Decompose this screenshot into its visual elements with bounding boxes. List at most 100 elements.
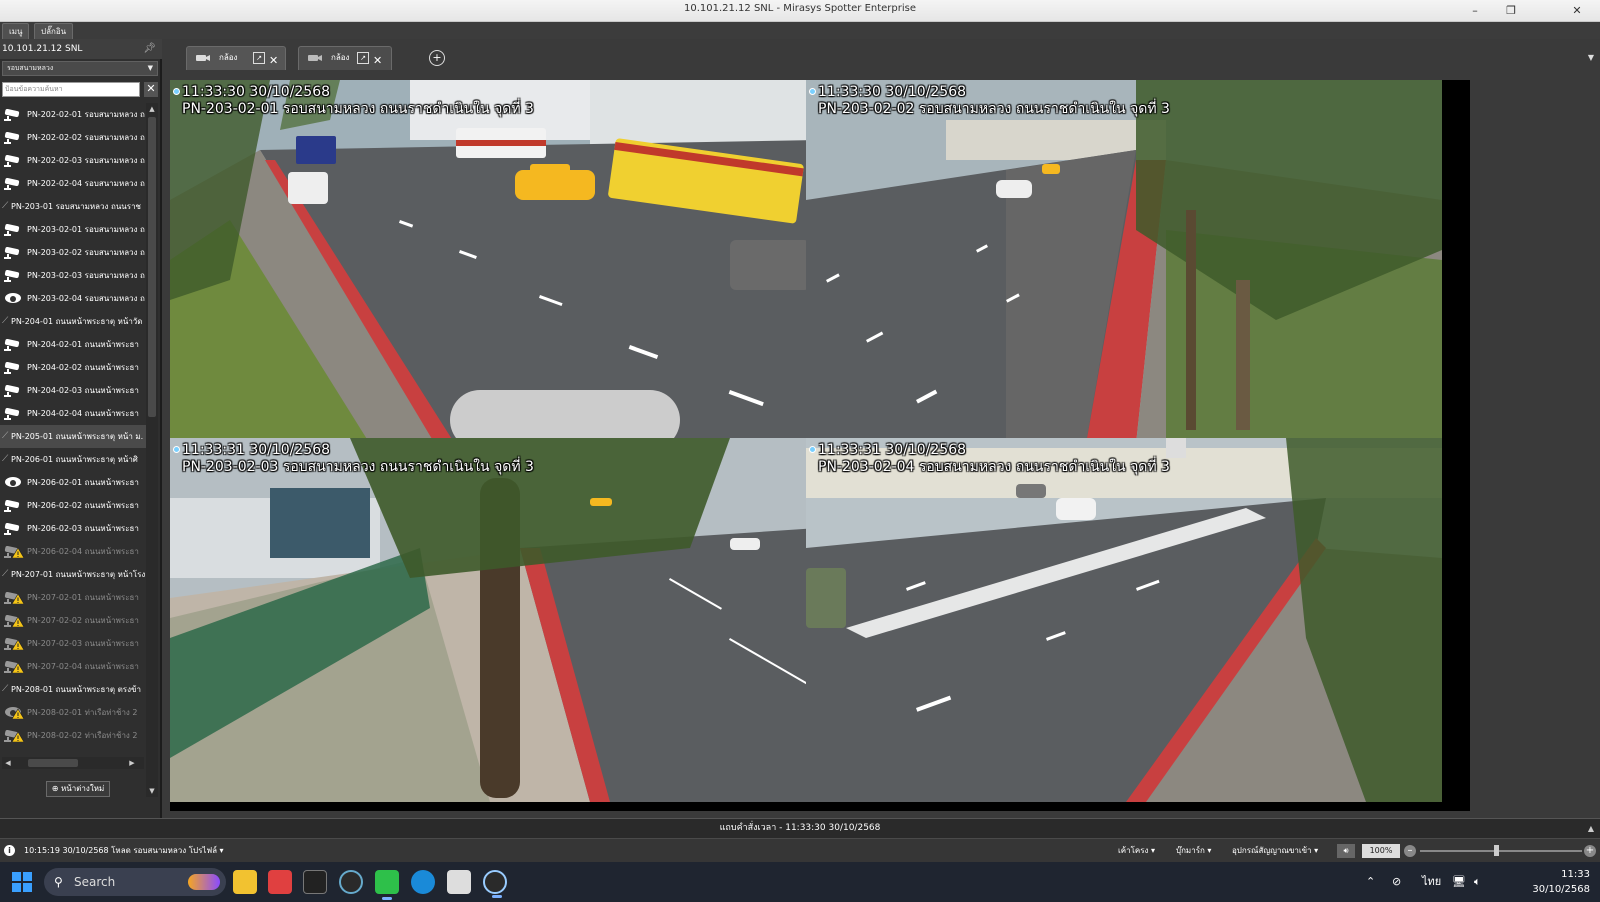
scroll-thumb[interactable] — [148, 117, 156, 417]
camera-list-item[interactable]: PN-207-02-03 ถนนหน้าพระธา — [0, 632, 146, 655]
spotter-icon[interactable] — [339, 870, 363, 894]
notification-muted-icon[interactable]: ⊘ — [1392, 862, 1401, 902]
speaker-icon[interactable]: 🔈︎ — [1474, 862, 1481, 902]
tray-overflow-icon[interactable]: ⌃ — [1366, 862, 1375, 902]
camera-group-item[interactable]: ⟋ PN-206-01 ถนนหน้าพระธาตุ หน้าศิ — [0, 448, 146, 471]
scroll-up-icon[interactable]: ▲ — [146, 103, 158, 115]
video-tile-3[interactable]: 11:33:31 30/10/2568 PN-203-02-03 รอบสนาม… — [170, 438, 818, 802]
language-indicator[interactable]: ไทย — [1422, 862, 1441, 902]
horizontal-scrollbar[interactable]: ◀ ▶ — [2, 757, 144, 769]
zoom-level[interactable]: 100% — [1362, 844, 1400, 858]
clock-date: 30/10/2568 — [1532, 884, 1590, 895]
camera-group-item[interactable]: ⟋ PN-205-01 ถนนหน้าพระธาตุ หน้า ม. — [0, 425, 146, 448]
snipping-tool-icon[interactable] — [447, 870, 471, 894]
mirasys-spotter-icon[interactable] — [483, 870, 507, 898]
camera-list-item[interactable]: PN-203-02-02 รอบสนามหลวง ถ — [0, 241, 146, 264]
camera-list-item[interactable]: PN-202-02-03 รอบสนามหลวง ถ — [0, 149, 146, 172]
bullet-camera-icon — [4, 154, 20, 167]
pin-icon[interactable]: 📌︎ — [143, 39, 156, 59]
video-tile-4[interactable]: 11:33:31 30/10/2568 PN-203-02-04 รอบสนาม… — [806, 438, 1442, 802]
group-select[interactable]: รอบสนามหลวง ▼ — [2, 61, 158, 76]
new-window-button[interactable]: ⊕ หน้าต่างใหม่ — [46, 781, 110, 797]
app-red-icon[interactable] — [268, 870, 292, 894]
camera-label: PN-207-02-01 ถนนหน้าพระธา — [27, 593, 139, 602]
scroll-left-icon[interactable]: ◀ — [2, 757, 14, 769]
camera-group-item[interactable]: ⟋ PN-208-01 ถนนหน้าพระธาตุ ตรงข้า — [0, 678, 146, 701]
camera-list-item[interactable]: PN-204-02-01 ถนนหน้าพระธา — [0, 333, 146, 356]
camera-list-item[interactable]: PN-207-02-04 ถนนหน้าพระธา — [0, 655, 146, 678]
camera-label: PN-203-02-02 รอบสนามหลวง ถ — [27, 248, 145, 257]
camera-list-item[interactable]: PN-206-02-01 ถนนหน้าพระธา — [0, 471, 146, 494]
camera-list-item[interactable]: PN-204-02-03 ถนนหน้าพระธา — [0, 379, 146, 402]
search-icon: ⚲ — [54, 875, 63, 889]
zoom-in-icon[interactable]: + — [1584, 845, 1596, 857]
camera-list-item[interactable]: PN-202-02-02 รอบสนามหลวง ถ — [0, 126, 146, 149]
menu-tab-plugins[interactable]: ปลั๊กอิน — [34, 23, 74, 39]
bullet-camera-warning-icon — [4, 614, 24, 627]
camera-list-item[interactable]: PN-204-02-04 ถนนหน้าพระธา — [0, 402, 146, 425]
camera-list-item[interactable]: PN-202-02-04 รอบสนามหลวง ถ — [0, 172, 146, 195]
group-select-value: รอบสนามหลวง — [7, 64, 54, 72]
status-message[interactable]: 10:15:19 30/10/2568 โหลด รอบสนามหลวง โปร… — [24, 839, 224, 863]
camera-list-item[interactable]: PN-206-02-04 ถนนหน้าพระธา — [0, 540, 146, 563]
search-input[interactable]: ป้อนข้อความค้นหา — [2, 82, 140, 97]
scroll-right-icon[interactable]: ▶ — [126, 757, 138, 769]
network-icon[interactable]: 🖥︎ — [1452, 862, 1466, 902]
camera-list-item[interactable]: PN-204-02-02 ถนนหน้าพระธา — [0, 356, 146, 379]
group-branch-icon: ⟋ — [2, 454, 9, 464]
camera-list-item[interactable]: PN-207-02-02 ถนนหน้าพระธา — [0, 609, 146, 632]
video-tile-1[interactable]: 11:33:30 30/10/2568 PN-203-02-01 รอบสนาม… — [170, 80, 818, 444]
layout-button[interactable]: เค้าโครง ▾ — [1118, 839, 1155, 863]
popout-icon[interactable]: ↗ — [357, 52, 369, 64]
tab-overflow-icon[interactable]: ▼ — [1588, 53, 1594, 62]
camera-list-item[interactable]: PN-203-02-04 รอบสนามหลวง ถ — [0, 287, 146, 310]
terminal-icon[interactable] — [303, 870, 327, 894]
vertical-scrollbar[interactable]: ▲ ▼ — [146, 103, 158, 797]
edge-browser-icon[interactable] — [411, 870, 435, 894]
add-tab-icon[interactable]: + — [429, 50, 445, 66]
popout-icon[interactable]: ↗ — [253, 52, 265, 64]
bullet-camera-icon — [4, 223, 20, 236]
taskbar-search[interactable]: ⚲ Search — [44, 868, 226, 896]
video-tile-2[interactable]: 11:33:30 30/10/2568 PN-203-02-02 รอบสนาม… — [806, 80, 1442, 444]
maximize-button[interactable]: ❐ — [1494, 2, 1528, 20]
camera-label: PN-208-02-02 ท่าเรือท่าช้าง 2 — [27, 731, 138, 740]
minimize-button[interactable]: – — [1458, 2, 1492, 20]
line-chat-icon[interactable] — [375, 870, 399, 900]
view-tab-2[interactable]: กล้อง ↗ ✕ — [298, 46, 392, 70]
chevron-up-icon[interactable]: ▲ — [1588, 819, 1594, 838]
camera-group-item[interactable]: ⟋ PN-204-01 ถนนหน้าพระธาตุ หน้าวัด — [0, 310, 146, 333]
taskbar-clock[interactable]: 11:33 30/10/2568 — [1520, 867, 1590, 897]
timeline-bar[interactable]: แถบคำสั่งเวลา - 11:33:30 30/10/2568 ▲ — [0, 818, 1600, 838]
camera-list-item[interactable]: PN-206-02-03 ถนนหน้าพระธา — [0, 517, 146, 540]
camera-label: PN-206-02-03 ถนนหน้าพระธา — [27, 524, 139, 533]
zoom-slider[interactable] — [1420, 850, 1582, 852]
camera-group-item[interactable]: ⟋ PN-207-01 ถนนหน้าพระธาตุ หน้าโรง — [0, 563, 146, 586]
camera-list-item[interactable]: PN-203-02-03 รอบสนามหลวง ถ — [0, 264, 146, 287]
camera-list-item[interactable]: PN-206-02-02 ถนนหน้าพระธา — [0, 494, 146, 517]
camera-list-item[interactable]: PN-203-02-01 รอบสนามหลวง ถ — [0, 218, 146, 241]
camera-list-item[interactable]: PN-202-02-01 รอบสนามหลวง ถ — [0, 103, 146, 126]
hscroll-thumb[interactable] — [28, 759, 78, 767]
zoom-out-icon[interactable]: – — [1404, 845, 1416, 857]
camera-list[interactable]: PN-202-02-01 รอบสนามหลวง ถ PN-202-02-02 ร… — [0, 103, 146, 797]
clear-search-icon[interactable]: ✕ — [144, 82, 158, 97]
close-tab-icon[interactable]: ✕ — [269, 50, 278, 72]
camera-group-item[interactable]: ⟋ PN-203-01 รอบสนามหลวง ถนนราช — [0, 195, 146, 218]
windows-start-icon[interactable] — [12, 872, 32, 892]
volume-icon[interactable]: 🔊︎ — [1337, 844, 1355, 858]
close-button[interactable]: ✕ — [1560, 2, 1594, 20]
camera-label: PN-207-02-04 ถนนหน้าพระธา — [27, 662, 139, 671]
scroll-down-icon[interactable]: ▼ — [146, 785, 158, 797]
close-tab-icon[interactable]: ✕ — [373, 50, 382, 72]
camera-list-item[interactable]: PN-207-02-01 ถนนหน้าพระธา — [0, 586, 146, 609]
camera-list-item[interactable]: PN-208-02-01 ท่าเรือท่าช้าง 2 — [0, 701, 146, 724]
input-signal-button[interactable]: อุปกรณ์สัญญาณขาเข้า ▾ — [1232, 839, 1318, 863]
bookmark-button[interactable]: บุ๊กมาร์ก ▾ — [1176, 839, 1211, 863]
file-explorer-icon[interactable] — [233, 870, 257, 894]
zoom-slider-handle[interactable] — [1494, 845, 1499, 856]
plus-circle-icon: ⊕ — [51, 784, 61, 793]
view-tab-1[interactable]: กล้อง ↗ ✕ — [186, 46, 286, 70]
camera-list-item[interactable]: PN-208-02-02 ท่าเรือท่าช้าง 2 — [0, 724, 146, 747]
menu-tab-menu[interactable]: เมนู — [2, 23, 30, 39]
